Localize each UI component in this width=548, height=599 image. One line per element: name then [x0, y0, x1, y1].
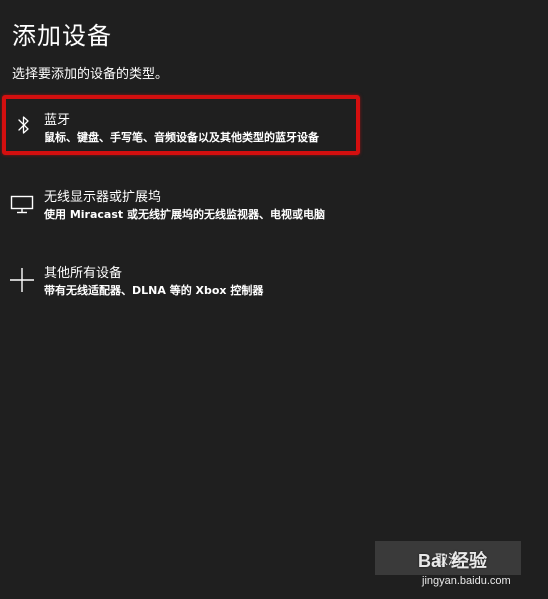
option-everything-else[interactable]: 其他所有设备 带有无线适配器、DLNA 等的 Xbox 控制器 — [2, 256, 360, 316]
option-description: 使用 Miracast 或无线扩展坞的无线监视器、电视或电脑 — [44, 208, 325, 221]
option-description: 鼠标、键盘、手写笔、音频设备以及其他类型的蓝牙设备 — [44, 131, 319, 144]
option-wireless-display[interactable]: 无线显示器或扩展坞 使用 Miracast 或无线扩展坞的无线监视器、电视或电脑 — [2, 180, 360, 240]
option-description: 带有无线适配器、DLNA 等的 Xbox 控制器 — [44, 284, 264, 297]
plus-icon — [6, 264, 38, 296]
cancel-button[interactable]: 取消 — [375, 541, 521, 575]
bluetooth-icon — [8, 109, 40, 141]
dialog-subtitle: 选择要添加的设备的类型。 — [12, 67, 169, 82]
option-bluetooth[interactable]: 蓝牙 鼠标、键盘、手写笔、音频设备以及其他类型的蓝牙设备 — [2, 95, 360, 155]
option-name: 蓝牙 — [44, 113, 71, 128]
option-name: 其他所有设备 — [44, 266, 123, 281]
monitor-icon — [6, 188, 38, 220]
watermark-url: jingyan.baidu.com — [422, 575, 511, 587]
add-device-dialog: 添加设备 选择要添加的设备的类型。 蓝牙 鼠标、键盘、手写笔、音频设备以及其他类… — [0, 0, 548, 599]
dialog-title: 添加设备 — [12, 22, 112, 50]
option-name: 无线显示器或扩展坞 — [44, 190, 162, 205]
